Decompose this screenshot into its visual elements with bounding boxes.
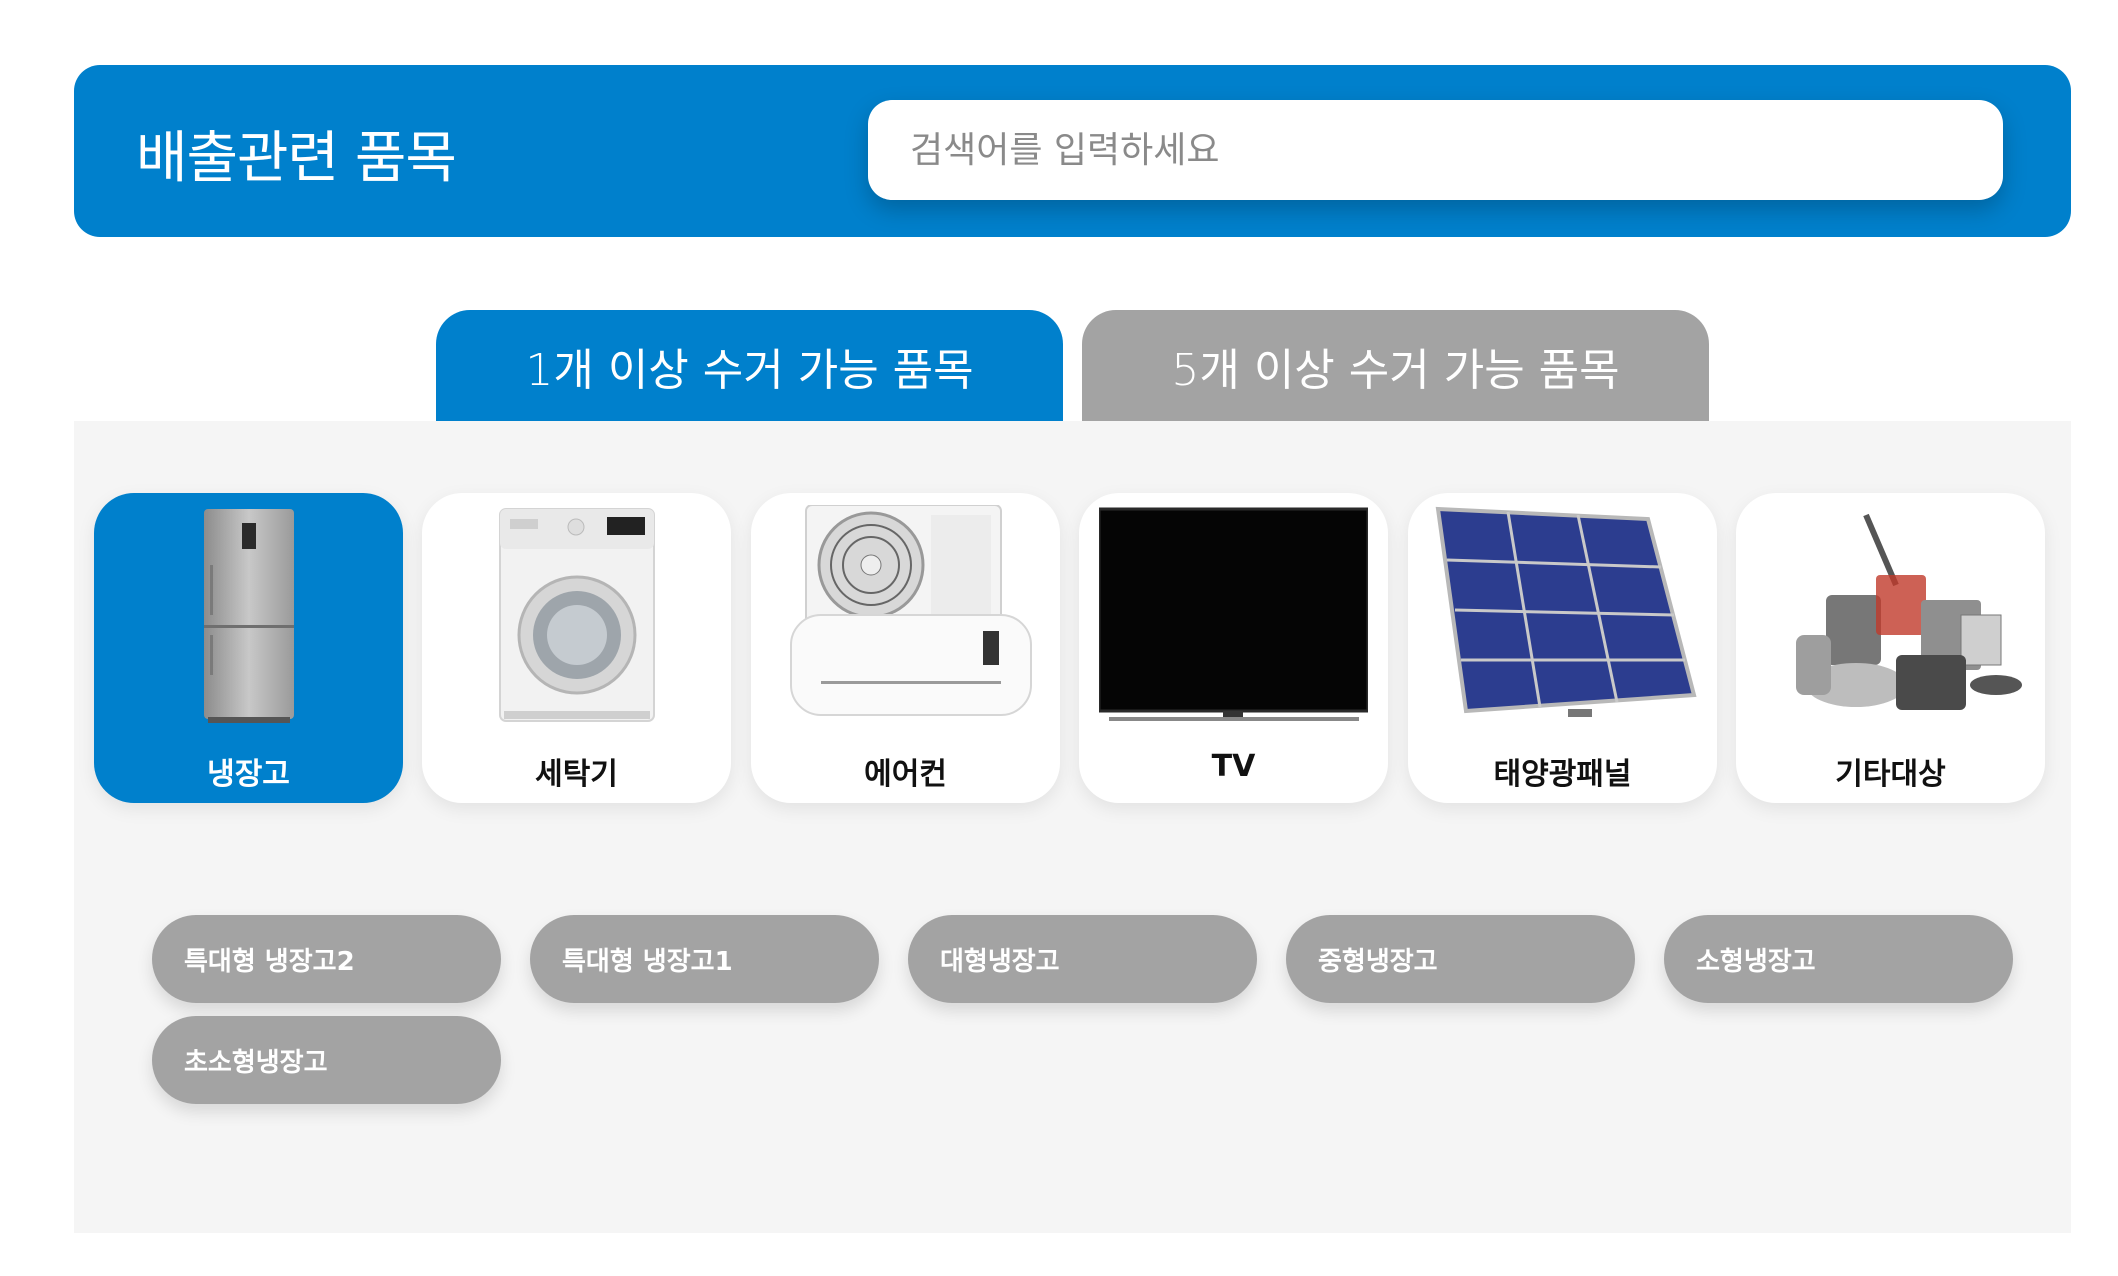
category-washing-machine[interactable]: 세탁기 <box>422 493 731 803</box>
category-label: 기타대상 <box>1835 757 1946 792</box>
category-label: 에어컨 <box>864 757 947 792</box>
items-panel: 냉장고 세탁기 에어컨 TV 태양광패널 기타대상 특대형 냉장고2 특대형 냉… <box>74 421 2071 1233</box>
subitem-label: 소형냉장고 <box>1696 946 1816 977</box>
subitem-chip[interactable]: 중형냉장고 <box>1286 915 1635 1003</box>
page-title: 배출관련 품목 <box>136 126 457 191</box>
tab-five-or-more[interactable]: 5개 이상 수거 가능 품목 <box>1082 310 1709 422</box>
category-label: 태양광패널 <box>1493 757 1632 792</box>
subitem-label: 중형냉장고 <box>1318 946 1438 977</box>
subitem-label: 특대형 냉장고1 <box>562 946 733 977</box>
category-label: 세탁기 <box>535 757 618 792</box>
appliances-icon <box>1756 505 2025 725</box>
tab-one-or-more[interactable]: 1개 이상 수거 가능 품목 <box>436 310 1063 422</box>
category-air-conditioner[interactable]: 에어컨 <box>751 493 1060 803</box>
tab-label: 5개 이상 수거 가능 품목 <box>1171 345 1620 396</box>
subitem-chip[interactable]: 소형냉장고 <box>1664 915 2013 1003</box>
subitem-label: 초소형냉장고 <box>184 1047 328 1078</box>
tab-label: 1개 이상 수거 가능 품목 <box>525 345 974 396</box>
category-others[interactable]: 기타대상 <box>1736 493 2045 803</box>
header-bar: 배출관련 품목 <box>74 65 2071 237</box>
category-solar-panel[interactable]: 태양광패널 <box>1408 493 1717 803</box>
category-label: 냉장고 <box>207 757 290 792</box>
subitem-chip[interactable]: 초소형냉장고 <box>152 1016 501 1104</box>
refrigerator-icon <box>114 505 383 725</box>
subitem-chip[interactable]: 특대형 냉장고1 <box>530 915 879 1003</box>
category-label: TV <box>1211 749 1256 784</box>
subitem-label: 대형냉장고 <box>940 946 1060 977</box>
air-conditioner-icon <box>771 505 1040 725</box>
subitem-chip[interactable]: 특대형 냉장고2 <box>152 915 501 1003</box>
category-refrigerator[interactable]: 냉장고 <box>94 493 403 803</box>
washing-machine-icon <box>442 505 711 725</box>
solar-panel-icon <box>1428 505 1697 725</box>
subitem-chip[interactable]: 대형냉장고 <box>908 915 1257 1003</box>
category-tv[interactable]: TV <box>1079 493 1388 803</box>
tv-icon <box>1099 505 1368 725</box>
search-input[interactable] <box>868 100 2003 200</box>
subitem-label: 특대형 냉장고2 <box>184 946 355 977</box>
